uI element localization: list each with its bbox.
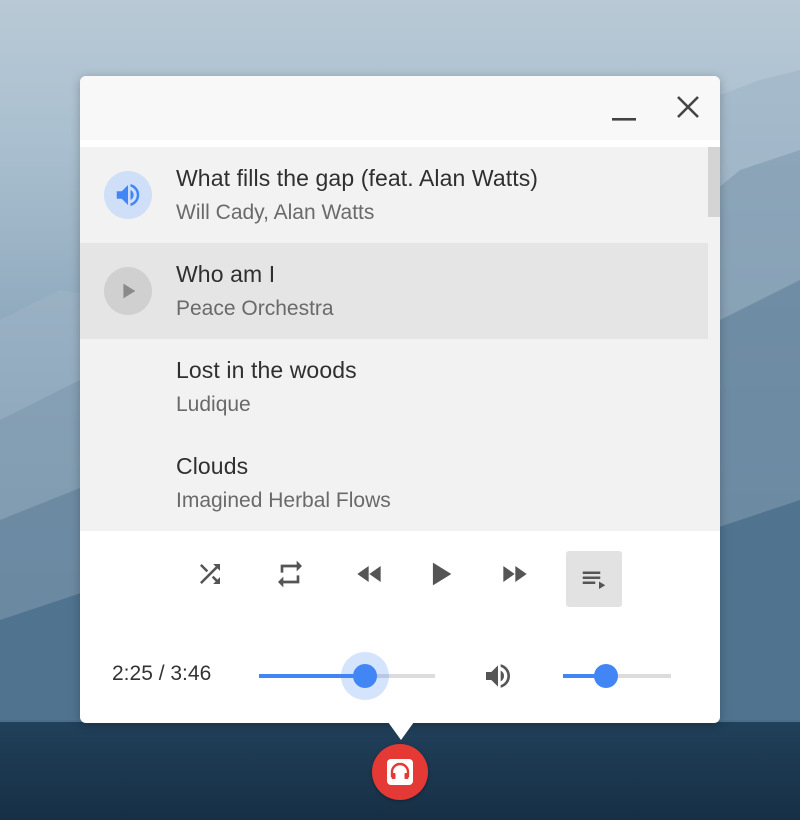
media-tray-button[interactable] — [372, 744, 428, 800]
playback-time: 2:25 / 3:46 — [112, 662, 212, 685]
volume-icon — [116, 184, 140, 206]
fast-forward-button[interactable] — [486, 546, 542, 602]
volume-handle[interactable] — [594, 664, 619, 688]
play-button[interactable] — [412, 546, 468, 602]
close-icon — [677, 96, 699, 118]
playlist-scrollbar[interactable] — [708, 147, 720, 531]
shuffle-icon — [200, 564, 220, 584]
track-row[interactable]: What fills the gap (feat. Alan Watts) Wi… — [80, 147, 708, 243]
play-icon — [123, 283, 136, 299]
volume-slider[interactable] — [563, 664, 671, 688]
shuffle-button[interactable] — [182, 546, 238, 602]
track-play-button[interactable] — [104, 267, 152, 315]
track-artist: Peace Orchestra — [176, 297, 334, 320]
track-title: Clouds — [176, 453, 249, 479]
mute-button[interactable] — [476, 656, 520, 696]
track-title: Lost in the woods — [176, 357, 357, 383]
title-bar — [80, 76, 720, 140]
track-row[interactable]: Lost in the woods Ludique — [80, 339, 708, 435]
scrollbar-thumb[interactable] — [708, 147, 720, 217]
playback-controls — [80, 546, 720, 610]
headphones-icon — [387, 759, 413, 785]
track-row[interactable]: Clouds Imagined Herbal Flows — [80, 435, 708, 531]
track-artist: Ludique — [176, 393, 251, 416]
seek-handle[interactable] — [352, 664, 377, 688]
seek-slider[interactable] — [259, 652, 435, 700]
track-artist: Imagined Herbal Flows — [176, 489, 391, 512]
track-artist: Will Cady, Alan Watts — [176, 201, 375, 224]
rewind-icon — [357, 566, 381, 582]
track-title: What fills the gap (feat. Alan Watts) — [176, 165, 539, 191]
track-row[interactable]: Who am I Peace Orchestra — [80, 243, 708, 339]
playlist: What fills the gap (feat. Alan Watts) Wi… — [80, 147, 708, 531]
minimize-icon — [612, 118, 636, 121]
repeat-button[interactable] — [262, 546, 318, 602]
play-icon — [432, 562, 452, 586]
fast-forward-icon — [503, 566, 527, 582]
playlist-toggle-button[interactable] — [566, 551, 622, 607]
volume-icon — [486, 664, 510, 688]
minimize-button[interactable] — [604, 90, 644, 130]
repeat-icon — [278, 560, 302, 588]
playlist-icon — [582, 571, 606, 589]
popup-pointer — [388, 722, 414, 740]
track-title: Who am I — [176, 261, 276, 287]
rewind-button[interactable] — [342, 546, 398, 602]
now-playing-indicator — [104, 171, 152, 219]
media-player-window: What fills the gap (feat. Alan Watts) Wi… — [80, 76, 720, 723]
close-button[interactable] — [668, 87, 708, 127]
